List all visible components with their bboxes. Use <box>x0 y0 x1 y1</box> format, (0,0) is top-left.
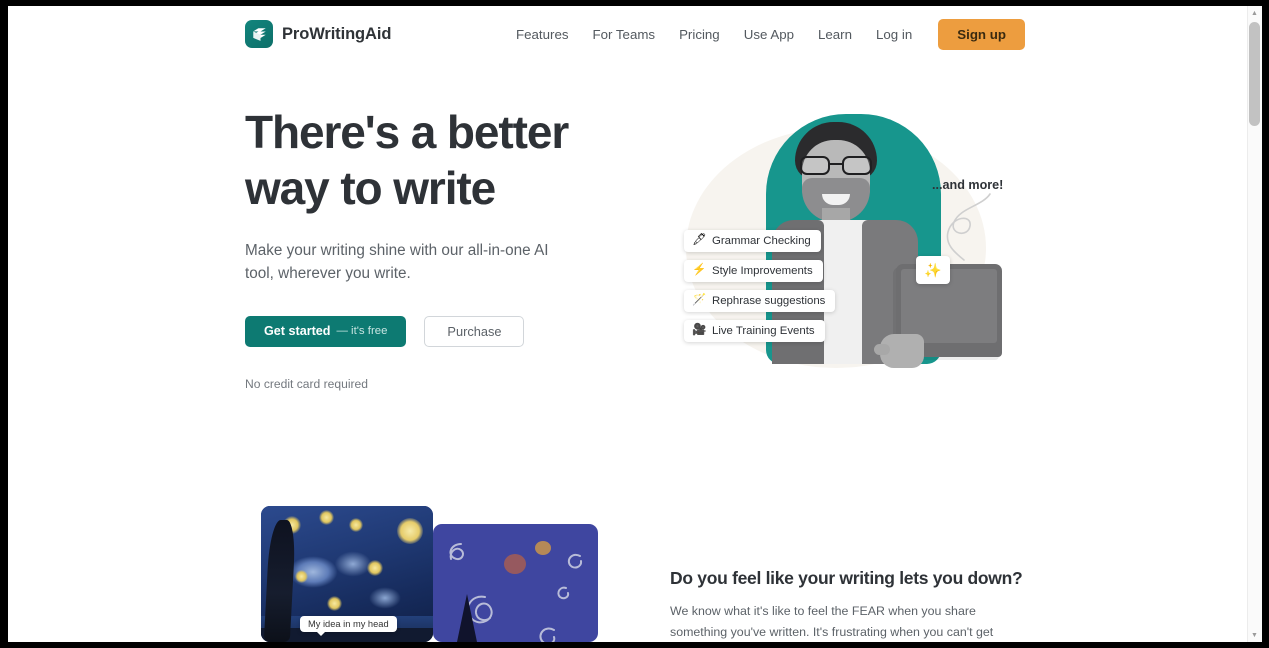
crude-drawing-panel <box>433 524 598 642</box>
glasses-bridge <box>830 163 842 166</box>
section-body-text: We know what it's like to feel the FEAR … <box>670 604 994 640</box>
painting-star <box>319 510 334 525</box>
glasses-lens-left <box>800 156 830 175</box>
nav-link-features[interactable]: Features <box>504 28 580 42</box>
video-camera-icon: 🎥 <box>692 324 707 337</box>
scrollbar-down-arrow[interactable]: ▼ <box>1247 628 1262 642</box>
purchase-button[interactable]: Purchase <box>424 315 525 347</box>
site-header: ProWritingAid Features For Teams Pricing… <box>8 6 1247 63</box>
crude-drawing-sketch <box>449 541 583 642</box>
nav-link-for-teams[interactable]: For Teams <box>581 28 668 42</box>
sign-up-button[interactable]: Sign up <box>938 18 1025 51</box>
hero-section: There's a better way to write Make your … <box>245 104 625 391</box>
no-credit-card-note: No credit card required <box>245 376 369 391</box>
get-started-button[interactable]: Get started — it's free <box>245 315 407 347</box>
painting-star <box>367 560 383 576</box>
feature-pill-style-improvements[interactable]: ⚡ Style Improvements <box>684 260 823 282</box>
quill-pen-icon: 🖋 <box>692 234 707 247</box>
prowritingaid-logo-icon <box>245 20 273 48</box>
browser-viewport: ProWritingAid Features For Teams Pricing… <box>8 6 1262 642</box>
and-more-label: ...and more! <box>932 178 1004 192</box>
brand-logo[interactable]: ProWritingAid <box>245 20 391 48</box>
painting-star <box>327 596 342 611</box>
painting-star <box>349 518 363 532</box>
page-title: There's a better way to write <box>245 106 569 215</box>
feature-pill-grammar-checking[interactable]: 🖋 Grammar Checking <box>684 230 821 252</box>
magic-wand-icon: 🪄 <box>692 294 707 307</box>
brand-name: ProWritingAid <box>282 24 392 43</box>
lightning-bolt-icon: ⚡ <box>692 264 707 277</box>
scrollbar-up-arrow[interactable]: ▲ <box>1247 6 1262 20</box>
artwork-comparison: My idea in my head <box>253 498 598 642</box>
feature-pill-label: Grammar Checking <box>712 235 811 247</box>
feature-pill-list: 🖋 Grammar Checking ⚡ Style Improvements … <box>684 230 868 350</box>
nav-link-use-app[interactable]: Use App <box>732 28 806 42</box>
get-started-label: Get started <box>264 324 331 339</box>
painting-moon <box>397 518 423 544</box>
section-heading: Do you feel like your writing lets you d… <box>670 568 1023 588</box>
feature-pill-label: Live Training Events <box>712 325 815 337</box>
nav-link-log-in[interactable]: Log in <box>864 28 924 42</box>
vertical-scrollbar[interactable]: ▲ ▼ <box>1247 6 1262 642</box>
nav-link-pricing[interactable]: Pricing <box>667 28 732 42</box>
glasses-lens-right <box>842 156 872 175</box>
feature-pill-rephrase-suggestions[interactable]: 🪄 Rephrase suggestions <box>684 290 836 312</box>
painting-star <box>295 570 308 583</box>
scrollbar-thumb[interactable] <box>1249 22 1260 126</box>
browser-window: ProWritingAid Features For Teams Pricing… <box>0 0 1269 648</box>
person-hand-thumb <box>874 344 890 355</box>
feature-pill-live-training-events[interactable]: 🎥 Live Training Events <box>684 320 825 342</box>
web-page: ProWritingAid Features For Teams Pricing… <box>8 6 1247 642</box>
feature-pill-label: Style Improvements <box>712 265 813 277</box>
nav-link-learn[interactable]: Learn <box>806 28 864 42</box>
sparkle-badge: ✨ <box>916 256 950 284</box>
hero-cta-group: Get started — it's free Purchase <box>245 315 625 347</box>
feature-pill-label: Rephrase suggestions <box>712 295 826 307</box>
eyeglasses-icon <box>798 156 874 175</box>
get-started-note: — it's free <box>336 325 388 338</box>
idea-callout-label: My idea in my head <box>300 616 397 636</box>
hero-subtitle: Make your writing shine with our all-in-… <box>245 242 549 283</box>
lower-content-section: Do you feel like your writing lets you d… <box>670 568 1023 642</box>
main-navigation: Features For Teams Pricing Use App Learn… <box>504 6 1025 63</box>
hero-illustration: 🖋 Grammar Checking ⚡ Style Improvements … <box>668 106 1018 398</box>
